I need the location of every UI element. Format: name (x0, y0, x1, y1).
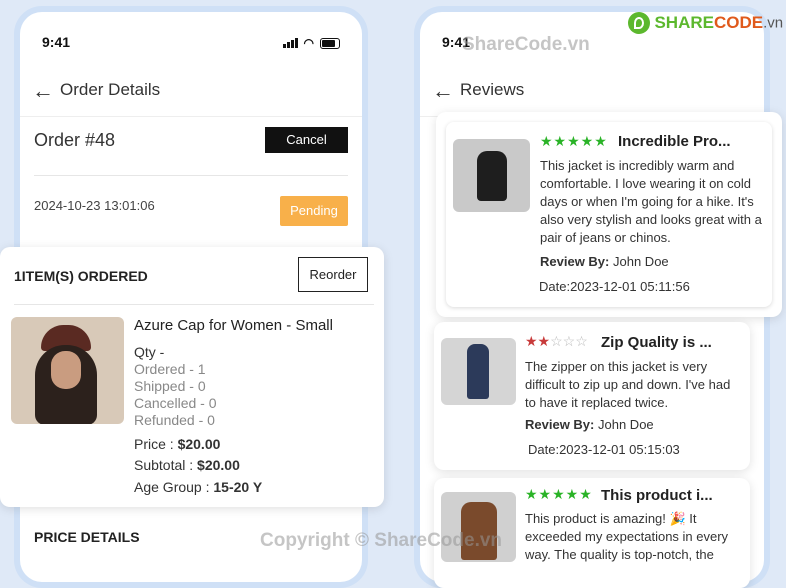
logo-share: SHARE (654, 13, 714, 32)
battery-icon (320, 37, 340, 49)
review-title: This product i... (601, 487, 713, 504)
review-text: The zipper on this jacket is very diffic… (525, 359, 731, 410)
ordered-count: Ordered - 1 (134, 361, 206, 377)
shipped-count: Shipped - 0 (134, 378, 206, 394)
star-rating-icon: ★★★★★ (525, 486, 593, 502)
review-text: This product is amazing! 🎉 It exceeded m… (525, 511, 729, 562)
review-date: Date:2023-12-01 05:11:56 (539, 279, 690, 294)
signal-icon (282, 38, 298, 48)
review-product-image (441, 338, 516, 405)
review-rating: ★★★★★ (540, 133, 608, 150)
order-number: Order #48 (34, 130, 116, 150)
back-arrow-icon[interactable]: ← (32, 78, 54, 104)
ordered-item-card: 1ITEM(S) ORDERED Reorder Azure Cap for W… (0, 247, 384, 507)
star-empty-icon: ☆☆☆ (550, 333, 588, 349)
refunded-count: Refunded - 0 (134, 412, 215, 428)
review-rating: ★★★★★ (525, 486, 593, 503)
watermark-bottom: Copyright © ShareCode.vn (260, 530, 503, 551)
review-text: This jacket is incredibly warm and comfo… (540, 158, 762, 245)
sharecode-logo: SHARECODE.vn (628, 12, 783, 40)
jacket-icon (467, 344, 489, 399)
review-by: Review By: John Doe (540, 254, 669, 269)
star-filled-icon: ★★ (525, 333, 551, 349)
age-group-label: Age Group : (134, 479, 214, 495)
price-label: Price : (134, 436, 178, 452)
price-row: Price : $20.00 (134, 436, 220, 452)
order-date: 2024-10-23 13:01:06 (34, 198, 155, 213)
jacket-icon (477, 151, 507, 201)
status-bar: 9:41 ◠ (42, 34, 340, 54)
product-name[interactable]: Azure Cap for Women - Small (134, 317, 333, 334)
header: ← Reviews (420, 72, 764, 117)
wifi-icon: ◠ (303, 36, 314, 50)
page-title: Order Details (60, 80, 161, 99)
header: ← Order Details (20, 72, 362, 117)
age-group-row: Age Group : 15-20 Y (134, 479, 262, 495)
review-rating: ★★☆☆☆ (525, 333, 588, 350)
portrait-face (51, 351, 81, 389)
status-badge: Pending (280, 196, 348, 226)
logo-code: CODE (713, 13, 764, 32)
watermark-top: ShareCode.vn (462, 34, 590, 55)
review-by: Review By: John Doe (525, 417, 654, 432)
cancelled-count: Cancelled - 0 (134, 395, 217, 411)
age-group-value: 15-20 Y (213, 479, 263, 495)
star-rating-icon: ★★★★★ (540, 133, 608, 149)
reviewer-name: John Doe (598, 417, 654, 432)
review-card[interactable]: ★★★★★ Incredible Pro... This jacket is i… (436, 112, 782, 317)
reviewer-name: John Doe (613, 254, 669, 269)
review-product-image (453, 139, 530, 212)
product-image[interactable] (11, 317, 124, 424)
review-title: Incredible Pro... (618, 133, 731, 150)
subtotal-row: Subtotal : $20.00 (134, 457, 240, 473)
page-title: Reviews (460, 80, 525, 99)
review-card[interactable]: ★★☆☆☆ Zip Quality is ... The zipper on t… (434, 322, 750, 470)
review-by-label: Review By: (540, 254, 610, 269)
review-date: Date:2023-12-01 05:15:03 (528, 442, 680, 457)
status-time: 9:41 (42, 34, 71, 50)
review-by-label: Review By: (525, 417, 595, 432)
qty-label: Qty - (134, 344, 165, 360)
logo-tld: .vn (763, 14, 784, 32)
divider (34, 175, 348, 176)
price-value: $20.00 (177, 436, 221, 452)
back-arrow-icon[interactable]: ← (432, 78, 454, 104)
subtotal-value: $20.00 (197, 457, 240, 473)
review-title: Zip Quality is ... (601, 334, 712, 351)
subtotal-label: Subtotal : (134, 457, 198, 473)
divider (14, 304, 374, 305)
cancel-button[interactable]: Cancel (265, 127, 348, 153)
price-details-heading: PRICE DETAILS (34, 529, 140, 545)
logo-icon (628, 12, 650, 34)
reorder-button[interactable]: Reorder (298, 257, 368, 292)
items-heading: 1ITEM(S) ORDERED (14, 268, 148, 284)
